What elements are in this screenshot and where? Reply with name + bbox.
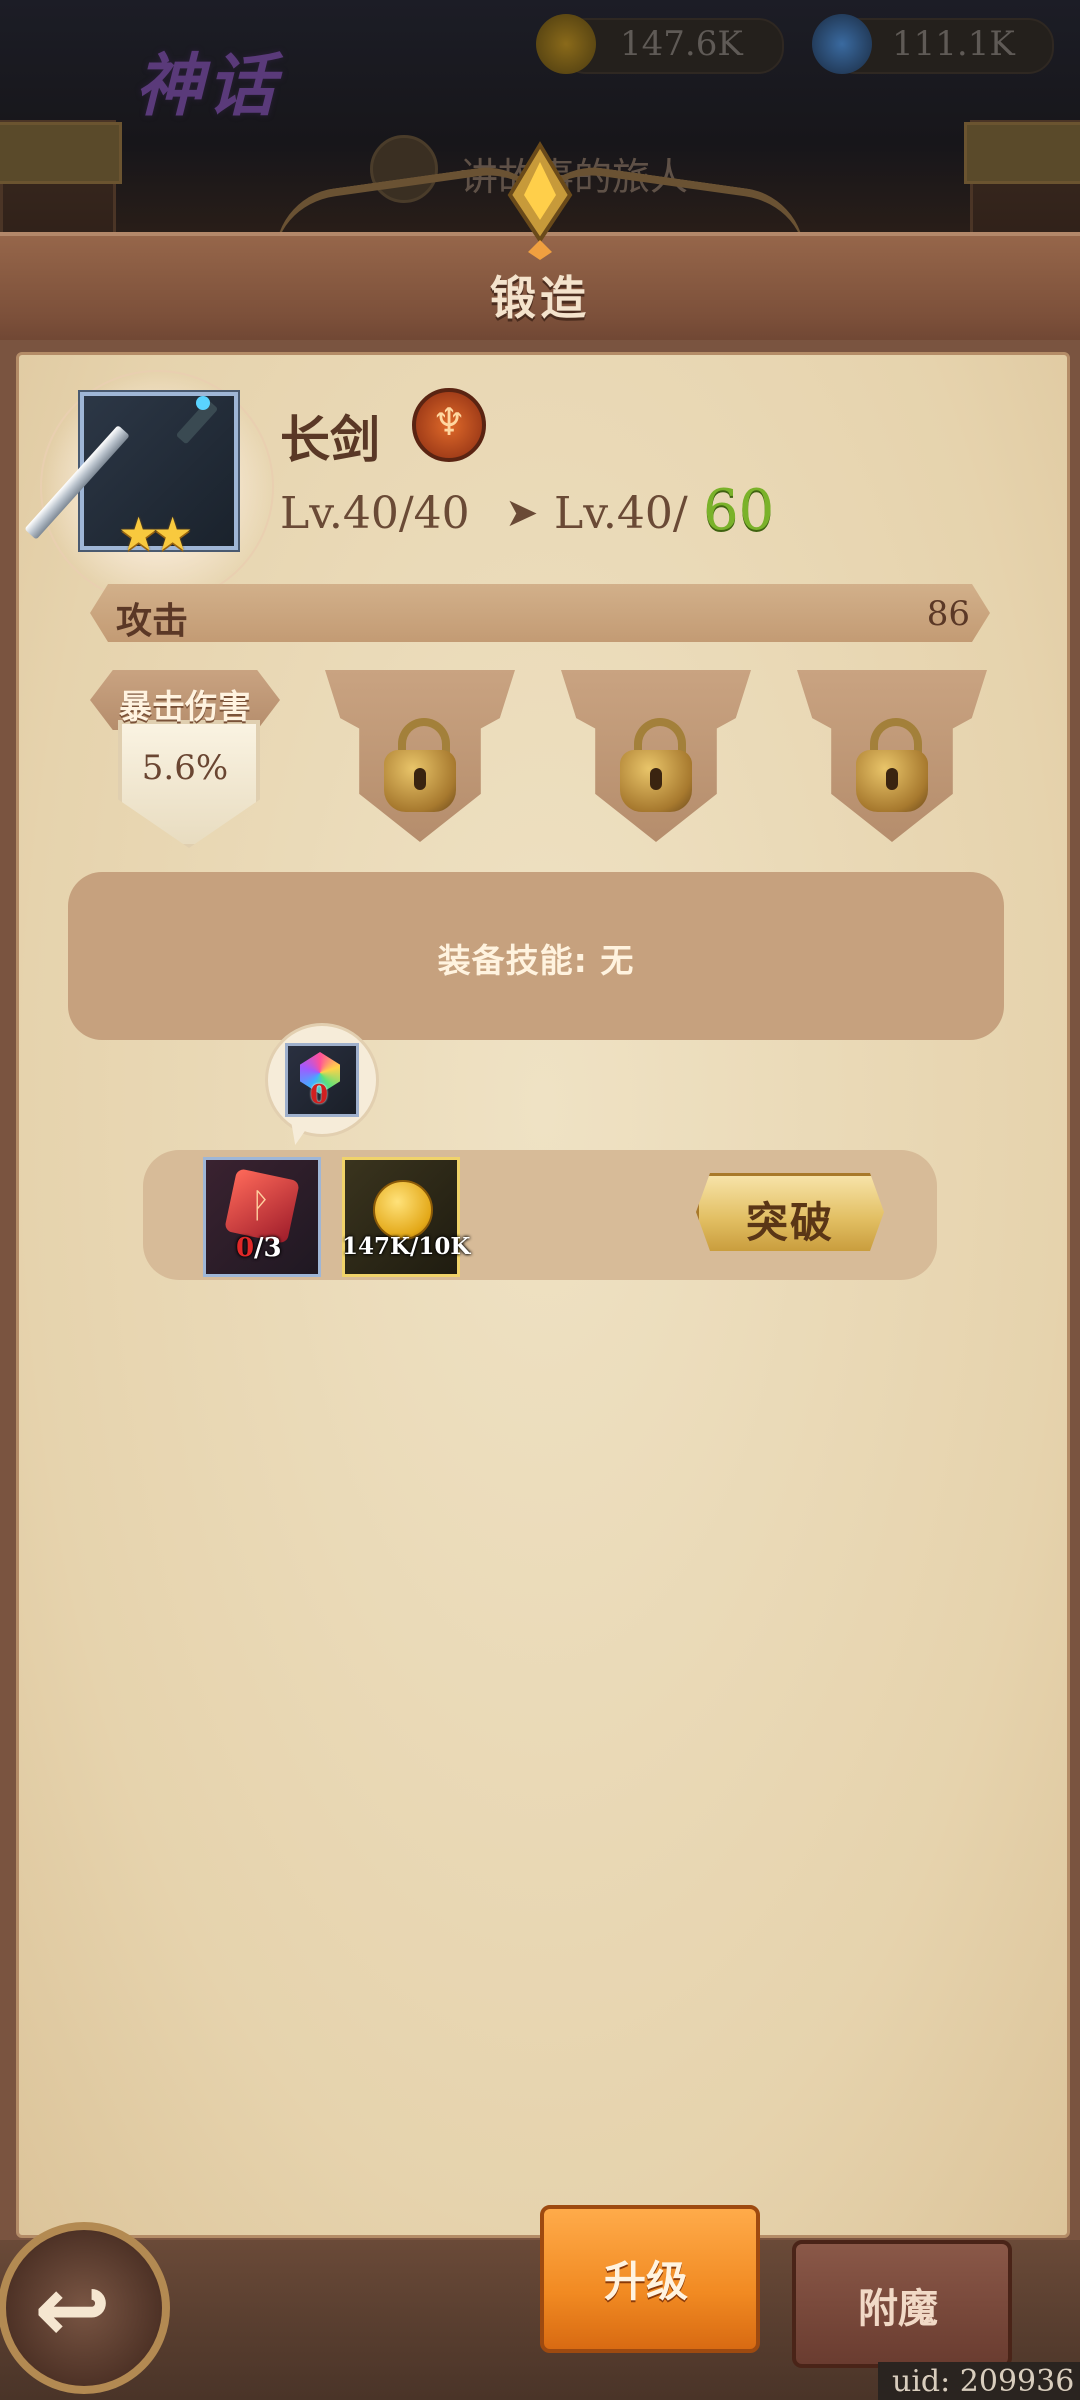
- breakthrough-label: 突破: [745, 1198, 834, 1247]
- affix-value: 5.6%: [141, 748, 229, 788]
- gold-resource-value: 147.6K: [620, 24, 743, 64]
- red-material-have: 0: [236, 1233, 255, 1263]
- lock-icon: [620, 718, 692, 812]
- level-next-prefix: Lv.40/: [554, 488, 688, 539]
- item-name: 长剑: [280, 411, 380, 469]
- game-logo: 神话: [135, 46, 280, 126]
- uid-text: uid: 209936: [892, 2364, 1075, 2399]
- gem-resource-value: 111.1K: [892, 24, 1015, 64]
- gold-coin-icon: [373, 1180, 433, 1240]
- fire-element-icon: ♆: [431, 400, 467, 444]
- level-next-max: 60: [703, 478, 775, 543]
- back-button[interactable]: ↩: [0, 2222, 170, 2394]
- fire-element-badge[interactable]: ♆: [412, 388, 486, 462]
- attack-stat-bar: [90, 584, 990, 642]
- star-icon: ★: [152, 507, 194, 561]
- enchant-label: 附魔: [858, 2286, 938, 2332]
- rune-icon: ᚹ: [250, 1186, 271, 1226]
- upgrade-label: 升级: [603, 2257, 688, 2306]
- stat-value: 86: [926, 594, 970, 634]
- bubble-gem-count: 0: [309, 1080, 329, 1110]
- stat-label: 攻击: [116, 601, 189, 642]
- red-material-need: /3: [254, 1233, 282, 1263]
- back-arrow-icon: ↩: [34, 2256, 112, 2363]
- gem-icon: [812, 14, 872, 74]
- level-current: Lv.40/40: [280, 488, 470, 539]
- crest-ornament-icon: [507, 141, 573, 260]
- right-pillar-cap: [964, 122, 1080, 184]
- sword-gem: [196, 396, 210, 410]
- equipment-skill-text: 装备技能: 无: [437, 941, 635, 980]
- gold-material-amount: 147K/10K: [342, 1233, 471, 1260]
- gold-coin-icon: [536, 14, 596, 74]
- arrow-right-icon: ➤: [505, 490, 539, 536]
- affix-title: 暴击伤害: [119, 687, 251, 726]
- lock-icon: [856, 718, 928, 812]
- forge-title: 锻造: [490, 271, 590, 325]
- lock-icon: [384, 718, 456, 812]
- left-pillar-cap: [0, 122, 122, 184]
